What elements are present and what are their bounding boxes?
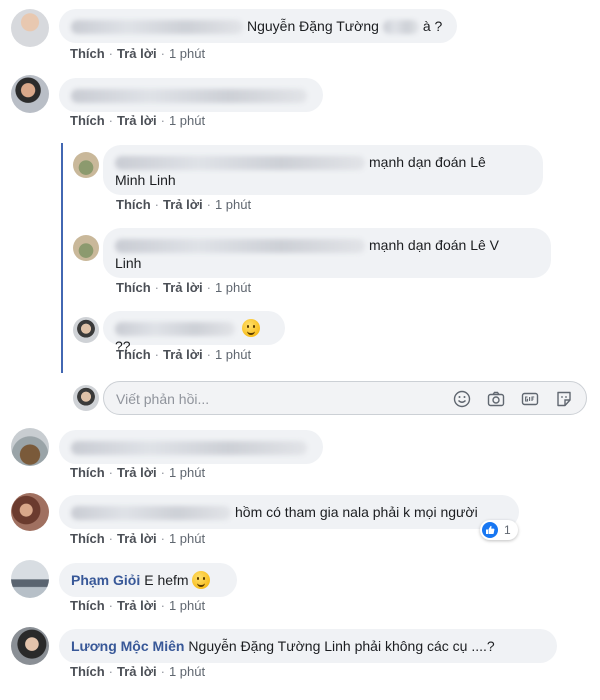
reply-link[interactable]: Trả lời [117, 531, 157, 546]
comment-text: E hefm [144, 572, 189, 588]
timestamp[interactable]: 1 phút [215, 347, 251, 362]
separator: · [160, 598, 165, 613]
separator: · [108, 46, 114, 61]
avatar[interactable] [73, 317, 99, 343]
like-link[interactable]: Thích [116, 347, 151, 362]
reply-link[interactable]: Trả lời [117, 598, 157, 613]
separator: · [206, 197, 211, 212]
comment-bubble: Phạm Giỏi E hefm [59, 563, 237, 597]
comment-text: Nguyễn Đặng Tường [247, 18, 379, 34]
comment-actions: Thích · Trả lời · 1 phút [70, 113, 205, 128]
reply-link[interactable]: Trả lời [117, 664, 157, 679]
separator: · [160, 664, 165, 679]
like-link[interactable]: Thích [116, 280, 151, 295]
timestamp[interactable]: 1 phút [169, 113, 205, 128]
separator: · [108, 598, 114, 613]
reply-text-cont: Minh Linh [115, 172, 176, 188]
separator: · [154, 347, 160, 362]
like-link[interactable]: Thích [70, 113, 105, 128]
smiley-emoji-icon [242, 319, 260, 337]
timestamp[interactable]: 1 phút [215, 280, 251, 295]
comment-text-suffix: à ? [422, 18, 443, 34]
comment-bubble: hồm có tham gia nala phải k mọi người [59, 495, 519, 529]
reaction-count: 1 [504, 523, 511, 537]
reply-link[interactable]: Trả lời [117, 113, 157, 128]
timestamp[interactable]: 1 phút [169, 46, 205, 61]
grinning-emoji-icon [191, 571, 210, 589]
reply-link[interactable]: Trả lời [117, 46, 157, 61]
reply-link[interactable]: Trả lời [117, 465, 157, 480]
commenter-name[interactable]: Phạm Giỏi [71, 572, 140, 588]
separator: · [108, 113, 114, 128]
like-link[interactable]: Thích [70, 598, 105, 613]
avatar[interactable] [11, 560, 49, 598]
like-link[interactable]: Thích [116, 197, 151, 212]
timestamp[interactable]: 1 phút [169, 598, 205, 613]
avatar[interactable] [11, 9, 49, 47]
separator: · [154, 197, 160, 212]
comment-text: hồm có tham gia nala phải k mọi người [235, 504, 478, 520]
reply-bubble: mạnh dạn đoán Lê V Linh [103, 228, 551, 278]
comment-bubble: Nguyễn Đặng Tường à ? [59, 9, 457, 43]
reply-text: mạnh dạn đoán Lê [369, 154, 486, 170]
sticker-icon[interactable] [554, 389, 574, 409]
comment-bubble: Lương Mộc Miên Nguyễn Đặng Tường Linh phả… [59, 629, 557, 663]
timestamp[interactable]: 1 phút [169, 664, 205, 679]
reaction-summary[interactable]: 1 [480, 520, 518, 540]
reply-actions: Thích · Trả lời · 1 phút [116, 347, 251, 362]
camera-icon[interactable] [486, 389, 506, 409]
comment-actions: Thích · Trả lời · 1 phút [70, 531, 205, 546]
avatar[interactable] [11, 493, 49, 531]
reply-input[interactable] [116, 389, 436, 409]
separator: · [160, 531, 165, 546]
timestamp[interactable]: 1 phút [215, 197, 251, 212]
like-link[interactable]: Thích [70, 531, 105, 546]
reply-text-cont: Linh [115, 255, 142, 271]
current-user-avatar [73, 385, 99, 411]
comment-bubble [59, 78, 323, 112]
emoji-icon[interactable] [452, 389, 472, 409]
timestamp[interactable]: 1 phút [169, 531, 205, 546]
separator: · [108, 664, 114, 679]
avatar[interactable] [11, 75, 49, 113]
reply-bubble: mạnh dạn đoán Lê Minh Linh [103, 145, 543, 195]
comment-actions: Thích · Trả lời · 1 phút [70, 664, 205, 679]
reply-text: mạnh dạn đoán Lê V [369, 237, 499, 253]
like-link[interactable]: Thích [70, 465, 105, 480]
avatar[interactable] [73, 235, 99, 261]
like-link[interactable]: Thích [70, 46, 105, 61]
separator: · [206, 347, 211, 362]
reply-bubble: ?? [103, 311, 285, 354]
separator: · [108, 531, 114, 546]
comment-text: Nguyễn Đặng Tường Linh phải không các cụ… [188, 638, 495, 654]
separator: · [160, 465, 165, 480]
avatar[interactable] [11, 627, 49, 665]
separator: · [108, 465, 114, 480]
reply-link[interactable]: Trả lời [163, 347, 203, 362]
separator: · [206, 280, 211, 295]
like-link[interactable]: Thích [70, 664, 105, 679]
like-reaction-icon [482, 522, 498, 538]
comment-actions: Thích · Trả lời · 1 phút [70, 465, 205, 480]
avatar[interactable] [11, 428, 49, 466]
separator: · [160, 46, 165, 61]
reply-thread-line [61, 143, 63, 373]
separator: · [160, 113, 165, 128]
comment-actions: Thích · Trả lời · 1 phút [70, 46, 205, 61]
reply-actions: Thích · Trả lời · 1 phút [116, 197, 251, 212]
comment-actions: Thích · Trả lời · 1 phút [70, 598, 205, 613]
reply-link[interactable]: Trả lời [163, 280, 203, 295]
gif-icon[interactable] [520, 389, 540, 409]
comment-bubble [59, 430, 323, 464]
commenter-name[interactable]: Lương Mộc Miên [71, 638, 184, 654]
avatar[interactable] [73, 152, 99, 178]
separator: · [154, 280, 160, 295]
timestamp[interactable]: 1 phút [169, 465, 205, 480]
reply-link[interactable]: Trả lời [163, 197, 203, 212]
reply-composer[interactable] [103, 381, 587, 415]
reply-actions: Thích · Trả lời · 1 phút [116, 280, 251, 295]
